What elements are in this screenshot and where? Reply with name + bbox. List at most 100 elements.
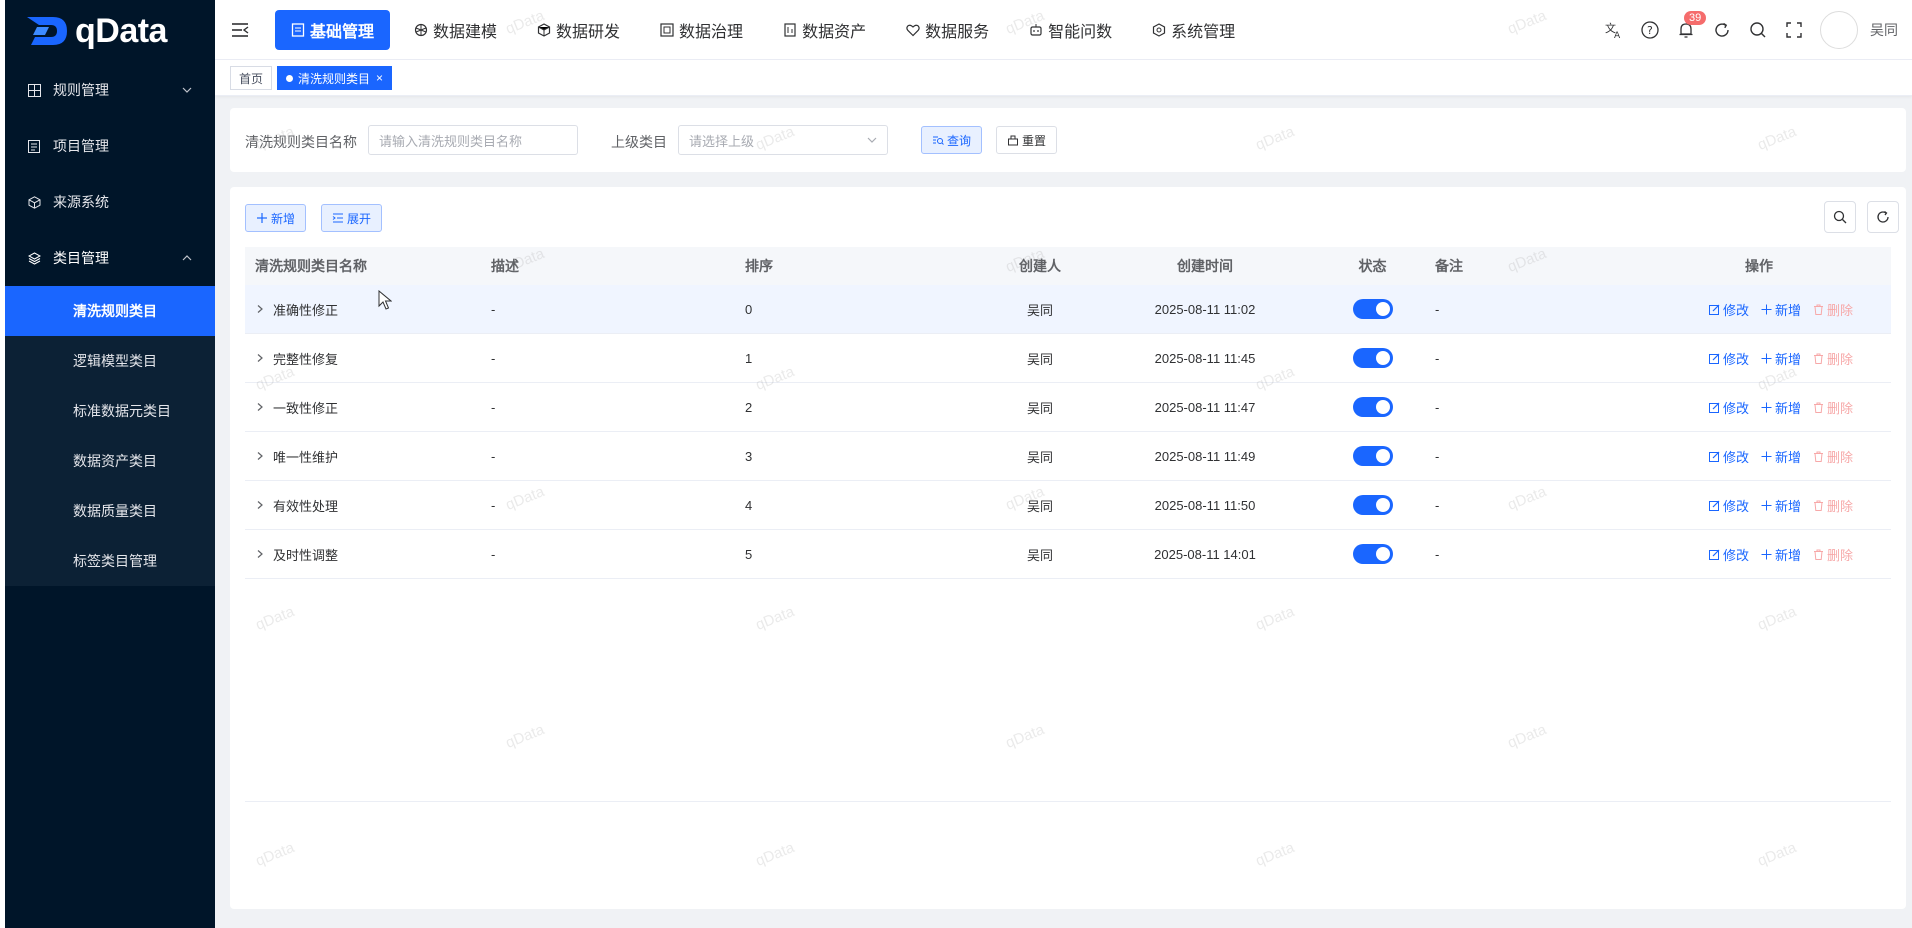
sidebar-subitem-tag-categories[interactable]: 标签类目管理 [5,536,215,586]
table-row[interactable]: 有效性处理 - 4 吴同 2025-08-11 11:50 - 修改 新增 删除 [245,481,1891,530]
chevron-right-icon[interactable] [255,304,265,314]
status-toggle[interactable] [1352,299,1393,319]
edit-button[interactable]: 修改 [1708,447,1749,466]
cell-sort: 3 [745,448,753,464]
grid-icon [27,83,41,97]
plus-icon [1761,353,1772,363]
category-name: 一致性修正 [273,400,339,416]
edit-button[interactable]: 修改 [1708,545,1749,564]
delete-button[interactable]: 删除 [1813,447,1853,466]
add-child-button[interactable]: 新增 [1761,300,1801,319]
col-header-sort: 排序 [745,258,773,274]
sidebar-item-label: 规则管理 [53,82,109,98]
fullscreen-icon[interactable] [1784,20,1804,40]
status-toggle[interactable] [1352,348,1393,368]
plus-icon [257,213,267,223]
top-nav: 基础管理 数据建模 数据研发 数据治理 数据资产 数据服务 智能问数 系统管理 [275,10,1259,50]
help-icon[interactable]: ? [1640,20,1660,40]
logo[interactable]: qData [5,0,215,62]
sidebar-subitem-cleaning-rule-categories[interactable]: 清洗规则类目 [5,286,215,336]
tabs-bar: 首页 清洗规则类目 × [215,60,1912,96]
nav-smart-query[interactable]: 智能问数 [1013,10,1128,50]
delete-button[interactable]: 删除 [1813,545,1853,564]
edit-button[interactable]: 修改 [1708,300,1749,319]
table-row[interactable]: 及时性调整 - 5 吴同 2025-08-11 14:01 - 修改 新增 删除 [245,530,1891,579]
sidebar-subitem-standard-data-element-categories[interactable]: 标准数据元类目 [5,386,215,436]
table-row[interactable]: 唯一性维护 - 3 吴同 2025-08-11 11:49 - 修改 新增 删除 [245,432,1891,481]
status-toggle[interactable] [1352,495,1393,515]
sidebar-subitem-data-quality-categories[interactable]: 数据质量类目 [5,486,215,536]
sidebar-item-rules[interactable]: 规则管理 [5,62,215,118]
expand-list-icon [332,213,343,223]
tab-home[interactable]: 首页 [230,66,273,90]
nav-data-modeling[interactable]: 数据建模 [398,10,513,50]
expand-all-button[interactable]: 展开 [321,204,383,232]
edit-button[interactable]: 修改 [1708,496,1749,515]
toggle-search-button[interactable] [1824,201,1856,233]
parent-filter-label: 上级类目 [611,134,667,150]
refresh-icon[interactable] [1712,20,1732,40]
nav-data-governance[interactable]: 数据治理 [644,10,759,50]
document-icon [27,139,41,153]
notification-bell-icon[interactable]: 39 [1676,11,1707,40]
nav-system-management[interactable]: 系统管理 [1136,10,1251,50]
parent-category-select[interactable]: 请选择上级 [678,125,888,155]
nav-basic-management[interactable]: 基础管理 [275,10,391,50]
query-button[interactable]: 查询 [921,126,983,154]
name-filter-input[interactable]: 请输入清洗规则类目名称 [368,125,578,155]
add-child-button[interactable]: 新增 [1761,496,1801,515]
cell-ops: 修改 新增 删除 [1615,383,1891,431]
add-child-button[interactable]: 新增 [1761,349,1801,368]
cell-name: 唯一性维护 [245,432,485,480]
cell-name: 有效性处理 [245,481,485,529]
translate-icon[interactable]: 文A [1604,20,1624,40]
table-row[interactable]: 完整性修复 - 1 吴同 2025-08-11 11:45 - 修改 新增 删除 [245,334,1891,383]
edit-button[interactable]: 修改 [1708,349,1749,368]
delete-button[interactable]: 删除 [1813,398,1853,417]
cell-status [1310,530,1435,578]
chevron-right-icon[interactable] [255,500,265,510]
avatar[interactable] [1820,11,1858,49]
table-row[interactable]: 一致性修正 - 2 吴同 2025-08-11 11:47 - 修改 新增 删除 [245,383,1891,432]
chevron-right-icon[interactable] [255,549,265,559]
cell-desc: - [491,350,496,366]
sidebar-item-source-systems[interactable]: 来源系统 [5,174,215,230]
menu-toggle-icon[interactable] [231,22,249,38]
status-toggle[interactable] [1352,397,1393,417]
add-category-button[interactable]: 新增 [245,204,307,232]
table-row[interactable]: 准确性修正 - 0 吴同 2025-08-11 11:02 - 修改 新增 删除 [245,285,1891,334]
edit-icon [1708,549,1720,560]
close-icon[interactable]: × [376,71,383,85]
sidebar-subitem-data-asset-categories[interactable]: 数据资产类目 [5,436,215,486]
chevron-right-icon[interactable] [255,402,265,412]
col-header-status: 状态 [1358,258,1387,274]
status-toggle[interactable] [1352,446,1393,466]
tab-cleaning-rule-categories[interactable]: 清洗规则类目 × [277,66,393,90]
chevron-right-icon[interactable] [255,353,265,363]
edit-button[interactable]: 修改 [1708,398,1749,417]
nav-label: 智能问数 [1048,24,1113,41]
username[interactable]: 吴同 [1870,20,1898,40]
add-child-button[interactable]: 新增 [1761,398,1801,417]
add-child-button[interactable]: 新增 [1761,545,1801,564]
add-label: 新增 [1774,449,1801,465]
sidebar-item-projects[interactable]: 项目管理 [5,118,215,174]
nav-data-development[interactable]: 数据研发 [521,10,636,50]
sidebar-item-categories[interactable]: 类目管理 [5,230,215,286]
chevron-right-icon[interactable] [255,451,265,461]
delete-button[interactable]: 删除 [1813,349,1853,368]
reset-button[interactable]: 重置 [996,126,1058,154]
nav-label: 数据研发 [556,24,621,41]
delete-button[interactable]: 删除 [1813,496,1853,515]
status-toggle[interactable] [1352,544,1393,564]
nav-data-services[interactable]: 数据服务 [890,10,1005,50]
edit-label: 修改 [1722,449,1749,465]
add-child-button[interactable]: 新增 [1761,447,1801,466]
cell-ops: 修改 新增 删除 [1615,285,1891,333]
search-icon[interactable] [1748,20,1768,40]
delete-button[interactable]: 删除 [1813,300,1853,319]
nav-data-assets[interactable]: 数据资产 [767,10,882,50]
refresh-table-button[interactable] [1867,201,1899,233]
col-header-desc: 描述 [491,258,519,274]
sidebar-subitem-logic-model-categories[interactable]: 逻辑模型类目 [5,336,215,386]
